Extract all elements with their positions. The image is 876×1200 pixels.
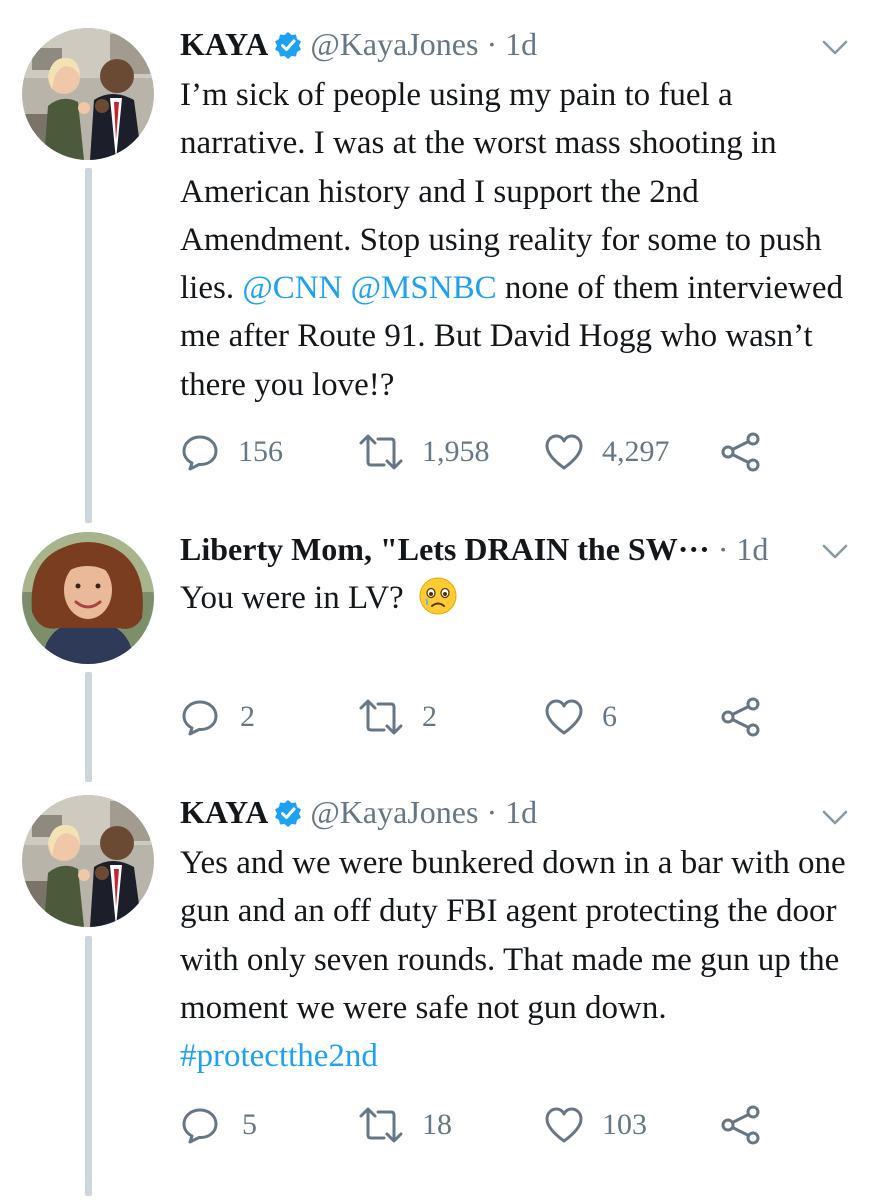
avatar[interactable] [22, 532, 154, 664]
like-button[interactable]: 6 [544, 695, 617, 739]
verified-badge-icon [274, 30, 302, 59]
tweet-actions: 5 18 103 [180, 1103, 780, 1147]
retweet-icon [359, 699, 403, 735]
reply-count: 156 [238, 435, 283, 468]
reply-count: 2 [240, 700, 255, 733]
tweet-header: KAYA @KayaJones · 1d [180, 24, 836, 64]
tweet-text-segment: Yes and we were bunkered down in a bar w… [180, 845, 846, 1026]
like-count: 103 [602, 1108, 647, 1141]
retweet-button[interactable]: 2 [358, 695, 437, 739]
tweet-text: Yes and we were bunkered down in a bar w… [180, 839, 850, 1080]
verified-badge-icon [274, 798, 302, 827]
like-icon [545, 434, 583, 470]
author-handle[interactable]: @KayaJones [310, 26, 478, 63]
tweet[interactable]: KAYA @KayaJones · 1d Yes and we were bun… [0, 780, 876, 1200]
reply-count: 5 [242, 1108, 257, 1141]
reply-icon [182, 1108, 218, 1144]
timestamp[interactable]: 1d [505, 794, 537, 831]
share-icon [721, 432, 760, 472]
share-button[interactable] [720, 430, 762, 474]
author-name[interactable]: KAYA [180, 26, 268, 63]
avatar[interactable] [22, 28, 154, 160]
timestamp[interactable]: 1d [736, 531, 768, 568]
tweet-text: I’m sick of people using my pain to fuel… [180, 71, 850, 409]
retweet-button[interactable]: 18 [358, 1103, 452, 1147]
retweet-button[interactable]: 1,958 [358, 430, 490, 474]
retweet-count: 18 [422, 1108, 452, 1141]
separator-dot: · [486, 25, 498, 62]
tweet-header: KAYA @KayaJones · 1d [180, 792, 836, 832]
caret-down-icon[interactable] [822, 810, 848, 826]
mention-cnn-link[interactable]: @CNN [242, 270, 342, 306]
tweet-text: You were in LV? [180, 574, 850, 622]
caret-down-icon[interactable] [822, 544, 848, 560]
share-button[interactable] [720, 1103, 762, 1147]
separator-dot: · [717, 530, 729, 567]
hashtag-link[interactable]: #protectthe2nd [180, 1038, 378, 1074]
tweet-text-segment [342, 270, 350, 306]
share-button[interactable] [720, 695, 762, 739]
crying-face-emoji [418, 576, 458, 616]
retweet-icon [359, 434, 403, 470]
like-button[interactable]: 4,297 [544, 430, 670, 474]
tweet[interactable]: KAYA @KayaJones · 1d I’m sick of people … [0, 0, 876, 500]
share-icon [721, 697, 760, 737]
like-count: 4,297 [602, 435, 670, 468]
tweet-actions: 2 2 6 [180, 695, 780, 739]
like-icon [545, 1107, 583, 1143]
tweet-text-segment: You were in LV? [180, 580, 404, 616]
tweet[interactable]: Liberty Mom, "Lets DRAIN the SW··· · 1d … [0, 500, 876, 780]
reply-button[interactable]: 156 [180, 430, 283, 474]
timestamp[interactable]: 1d [505, 26, 537, 63]
retweet-count: 1,958 [422, 435, 490, 468]
reply-button[interactable]: 5 [180, 1103, 257, 1147]
like-icon [545, 699, 583, 735]
like-count: 6 [602, 700, 617, 733]
tweet-header: Liberty Mom, "Lets DRAIN the SW··· · 1d [180, 529, 836, 569]
caret-down-icon[interactable] [822, 40, 848, 56]
like-button[interactable]: 103 [544, 1103, 647, 1147]
reply-icon [182, 700, 218, 736]
share-icon [721, 1105, 760, 1145]
author-handle[interactable]: @KayaJones [310, 794, 478, 831]
retweet-icon [359, 1107, 403, 1143]
avatar[interactable] [22, 795, 154, 927]
reply-button[interactable]: 2 [180, 695, 255, 739]
retweet-count: 2 [422, 700, 437, 733]
mention-msnbc-link[interactable]: @MSNBC [351, 270, 497, 306]
reply-icon [182, 435, 218, 471]
author-name[interactable]: KAYA [180, 794, 268, 831]
tweet-actions: 156 1,958 4,297 [180, 430, 780, 474]
author-name[interactable]: Liberty Mom, "Lets DRAIN the SW··· [180, 531, 710, 568]
separator-dot: · [486, 793, 498, 830]
